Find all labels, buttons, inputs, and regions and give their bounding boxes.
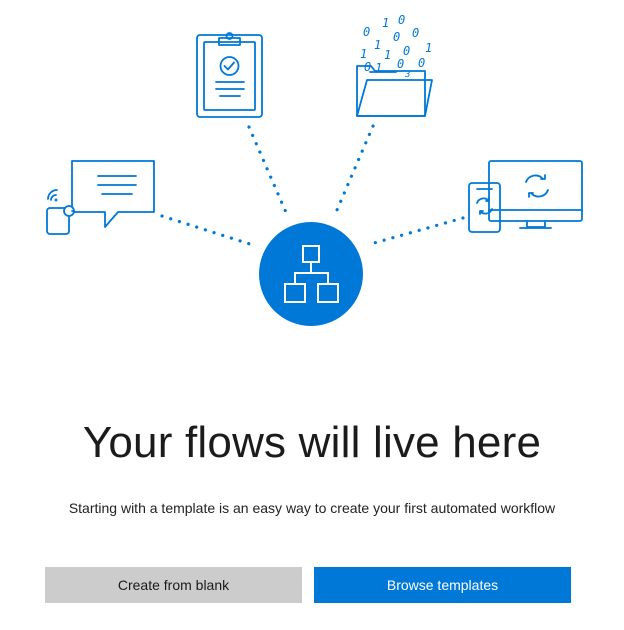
chat-bubble-icon [46,160,155,235]
browse-templates-button[interactable]: Browse templates [314,567,571,603]
connector-chat [160,214,258,248]
connector-devices [365,216,465,247]
svg-text:0: 0 [403,44,410,58]
svg-text:0: 0 [393,30,400,44]
svg-text:0: 0 [418,56,425,70]
svg-text:1: 1 [374,38,381,52]
clipboard-check-icon [196,32,263,118]
svg-text:0: 0 [412,26,419,40]
flow-hierarchy-icon [259,222,363,326]
svg-text:0: 0 [398,13,405,27]
binary-digits: 0 1 0 1 0 0 1 1 0 1 0 0 1 0 3 [360,13,432,80]
connector-folder [332,124,375,219]
flows-illustration: 0 1 0 1 0 0 1 1 0 1 0 0 1 0 3 [46,13,583,326]
empty-state-description: Starting with a template is an easy way … [68,500,556,516]
svg-text:1: 1 [382,16,389,30]
create-from-blank-button[interactable]: Create from blank [45,567,302,603]
svg-text:1: 1 [384,48,391,62]
devices-sync-icon [468,160,583,233]
svg-text:0: 0 [397,57,404,71]
svg-text:0: 0 [363,25,370,39]
svg-text:1: 1 [425,41,432,55]
svg-text:3: 3 [404,70,410,80]
svg-text:1: 1 [360,47,367,61]
empty-state-title: Your flows will live here [82,418,542,467]
connector-clipboard [247,125,290,219]
svg-text:0: 0 [364,60,371,74]
svg-text:1: 1 [375,61,382,75]
